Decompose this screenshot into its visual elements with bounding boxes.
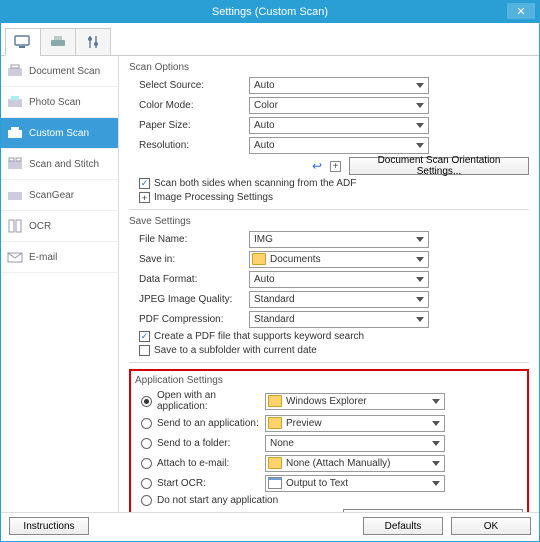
ok-button[interactable]: OK	[451, 517, 531, 535]
tab-scan-from-panel[interactable]	[40, 28, 76, 56]
sidebar-item-scan-and-stitch[interactable]: Scan and Stitch	[1, 149, 118, 180]
sidebar-item-ocr[interactable]: OCR	[1, 211, 118, 242]
pdf-compression-label: PDF Compression:	[129, 314, 249, 325]
sidebar-item-scangear[interactable]: ScanGear	[1, 180, 118, 211]
tab-general-settings[interactable]	[75, 28, 111, 56]
paper-size-combo[interactable]: Auto	[249, 117, 429, 134]
sidebar-item-photo-scan[interactable]: Photo Scan	[1, 87, 118, 118]
open-with-radio[interactable]	[141, 396, 152, 407]
refresh-arrow-icon: ↩	[312, 159, 322, 173]
select-source-label: Select Source:	[129, 80, 249, 91]
scan-both-sides-label: Scan both sides when scanning from the A…	[154, 178, 356, 189]
divider	[129, 362, 529, 363]
settings-window: Settings (Custom Scan) ✕ Document Scan P…	[0, 0, 540, 542]
save-in-combo[interactable]: Documents	[249, 251, 429, 268]
custom-scan-icon	[7, 126, 23, 140]
start-ocr-combo[interactable]: Output to Text	[265, 475, 445, 492]
start-ocr-label: Start OCR:	[157, 478, 265, 489]
folder-icon	[268, 417, 282, 429]
scan-options-heading: Scan Options	[129, 62, 529, 73]
image-processing-expand[interactable]: +	[139, 192, 150, 203]
sidebar-item-label: Scan and Stitch	[29, 159, 99, 170]
resolution-combo[interactable]: Auto	[249, 137, 429, 154]
color-mode-label: Color Mode:	[129, 100, 249, 111]
send-app-radio[interactable]	[141, 418, 152, 429]
save-in-label: Save in:	[129, 254, 249, 265]
sliders-icon	[86, 35, 100, 49]
tab-scan-from-computer[interactable]	[5, 28, 41, 56]
main-panel: Scan Options Select Source: Auto Color M…	[119, 56, 539, 512]
paper-size-label: Paper Size:	[129, 120, 249, 131]
ocr-icon	[7, 219, 23, 233]
expand-plus-icon: +	[330, 161, 341, 172]
send-app-label: Send to an application:	[157, 418, 265, 429]
folder-icon	[268, 395, 282, 407]
footer: Instructions Defaults OK	[1, 512, 539, 541]
stitch-icon	[7, 157, 23, 171]
pdf-compression-combo[interactable]: Standard	[249, 311, 429, 328]
scan-both-sides-checkbox[interactable]	[139, 178, 150, 189]
divider	[129, 209, 529, 210]
create-pdf-checkbox[interactable]	[139, 331, 150, 342]
open-with-combo[interactable]: Windows Explorer	[265, 393, 445, 410]
save-settings-group: Save Settings File Name: IMG Save in: Do…	[129, 216, 529, 356]
title-bar: Settings (Custom Scan) ✕	[1, 1, 539, 23]
document-scan-icon	[7, 64, 23, 78]
sidebar-item-label: Photo Scan	[29, 97, 81, 108]
defaults-button[interactable]: Defaults	[363, 517, 443, 535]
scanner-icon	[49, 35, 67, 49]
subfolder-label: Save to a subfolder with current date	[154, 345, 317, 356]
photo-scan-icon	[7, 95, 23, 109]
jpeg-quality-label: JPEG Image Quality:	[129, 294, 249, 305]
attach-email-combo[interactable]: None (Attach Manually)	[265, 455, 445, 472]
image-processing-label: Image Processing Settings	[154, 192, 273, 203]
start-ocr-radio[interactable]	[141, 478, 152, 489]
do-not-start-label: Do not start any application	[157, 495, 278, 506]
send-app-combo[interactable]: Preview	[265, 415, 445, 432]
sidebar-item-custom-scan[interactable]: Custom Scan	[1, 118, 118, 149]
select-source-combo[interactable]: Auto	[249, 77, 429, 94]
mode-tabs	[1, 23, 539, 56]
send-folder-radio[interactable]	[141, 438, 152, 449]
email-icon	[7, 250, 23, 264]
sidebar-item-label: ScanGear	[29, 190, 74, 201]
close-button[interactable]: ✕	[507, 3, 535, 19]
sidebar: Document Scan Photo Scan Custom Scan Sca…	[1, 56, 119, 512]
instructions-button[interactable]: Instructions	[9, 517, 89, 535]
save-settings-heading: Save Settings	[129, 216, 529, 227]
color-mode-combo[interactable]: Color	[249, 97, 429, 114]
sidebar-item-label: E-mail	[29, 252, 57, 263]
window-title: Settings (Custom Scan)	[212, 6, 328, 18]
data-format-label: Data Format:	[129, 274, 249, 285]
application-settings-heading: Application Settings	[135, 375, 523, 386]
send-folder-label: Send to a folder:	[157, 438, 265, 449]
sidebar-item-label: Custom Scan	[29, 128, 89, 139]
attach-email-radio[interactable]	[141, 458, 152, 469]
sidebar-item-document-scan[interactable]: Document Scan	[1, 56, 118, 87]
sidebar-item-email[interactable]: E-mail	[1, 242, 118, 273]
sidebar-item-label: OCR	[29, 221, 51, 232]
create-pdf-label: Create a PDF file that supports keyword …	[154, 331, 364, 342]
open-with-label: Open with an application:	[157, 390, 265, 412]
scan-options-group: Scan Options Select Source: Auto Color M…	[129, 62, 529, 203]
data-format-combo[interactable]: Auto	[249, 271, 429, 288]
text-doc-icon	[268, 477, 282, 489]
attach-email-label: Attach to e-mail:	[157, 458, 265, 469]
do-not-start-radio[interactable]	[141, 495, 152, 506]
sidebar-item-label: Document Scan	[29, 66, 100, 77]
application-settings-group: Application Settings Open with an applic…	[129, 369, 529, 512]
folder-icon	[252, 253, 266, 265]
folder-icon	[268, 457, 282, 469]
subfolder-checkbox[interactable]	[139, 345, 150, 356]
file-name-combo[interactable]: IMG	[249, 231, 429, 248]
resolution-label: Resolution:	[129, 140, 249, 151]
orientation-settings-button[interactable]: Document Scan Orientation Settings...	[349, 157, 529, 175]
jpeg-quality-combo[interactable]: Standard	[249, 291, 429, 308]
send-folder-combo[interactable]: None	[265, 435, 445, 452]
scangear-icon	[7, 188, 23, 202]
monitor-icon	[14, 35, 32, 49]
file-name-label: File Name:	[129, 234, 249, 245]
